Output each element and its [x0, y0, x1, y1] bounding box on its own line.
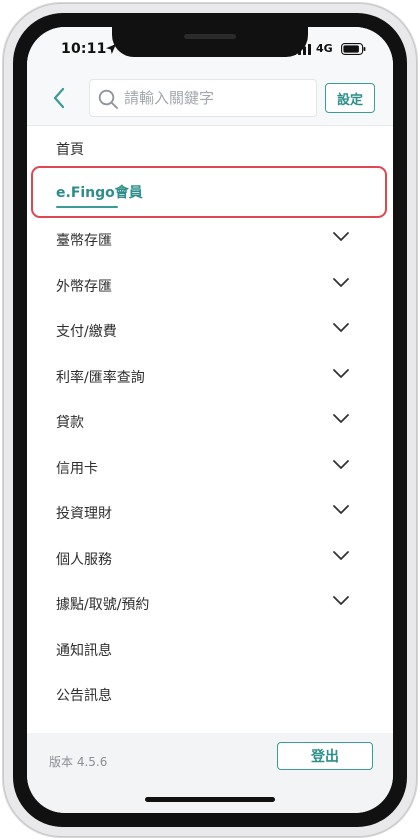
- search-input[interactable]: [124, 80, 312, 116]
- active-underline: [56, 206, 118, 208]
- logout-button[interactable]: 登出: [277, 742, 373, 770]
- chevron-down-icon: [333, 369, 349, 378]
- menu-item-investment[interactable]: 投資理財: [27, 490, 393, 535]
- menu-item-notifications[interactable]: 通知訊息: [27, 627, 393, 672]
- menu-item-twd-deposit[interactable]: 臺幣存匯: [27, 217, 393, 262]
- status-time: 10:11: [61, 41, 107, 57]
- menu-item-label: 支付/繳費: [56, 324, 117, 340]
- chevron-down-icon: [333, 505, 349, 514]
- menu-item-rates[interactable]: 利率/匯率查詢: [27, 354, 393, 399]
- chevron-down-icon: [333, 551, 349, 560]
- chevron-down-icon: [333, 460, 349, 469]
- menu-item-label: 公告訊息: [56, 688, 112, 704]
- settings-button[interactable]: 設定: [325, 83, 375, 113]
- chevron-left-icon: [53, 87, 65, 109]
- menu-item-personal-service[interactable]: 個人服務: [27, 536, 393, 581]
- search-icon: [98, 89, 118, 109]
- menu-item-label: 貸款: [56, 415, 84, 431]
- side-menu: 首頁 e.Fingo會員 臺幣存匯 外幣存匯 支付/繳費 利率/匯率查詢 貸款 …: [27, 125, 393, 733]
- menu-item-credit-card[interactable]: 信用卡: [27, 445, 393, 490]
- menu-item-label: 臺幣存匯: [56, 233, 112, 249]
- menu-item-label: 首頁: [56, 142, 84, 158]
- menu-item-loans[interactable]: 貸款: [27, 399, 393, 444]
- menu-item-label: 通知訊息: [56, 643, 112, 659]
- chevron-down-icon: [333, 596, 349, 605]
- home-indicator[interactable]: [145, 797, 275, 802]
- menu-item-label: 信用卡: [56, 461, 98, 477]
- battery-icon: [341, 43, 366, 55]
- notch-speaker: [184, 34, 236, 39]
- device-notch: [112, 27, 308, 57]
- menu-item-label-active: e.Fingo會員: [56, 185, 143, 201]
- menu-item-label: 利率/匯率查詢: [56, 370, 145, 386]
- chevron-down-icon: [333, 414, 349, 423]
- menu-item-announcements[interactable]: 公告訊息: [27, 672, 393, 717]
- menu-footer: 版本 4.5.6 登出: [27, 733, 393, 813]
- chevron-down-icon: [333, 232, 349, 241]
- menu-item-fx-deposit[interactable]: 外幣存匯: [27, 263, 393, 308]
- menu-item-branches[interactable]: 據點/取號/預約: [27, 581, 393, 626]
- menu-item-label: 投資理財: [56, 506, 112, 522]
- menu-item-home[interactable]: 首頁: [27, 126, 393, 171]
- app-screen: 10:11 4G 請輸入關鍵字 設定 首頁 e.Fingo會員 臺幣存匯 外幣存…: [27, 27, 393, 813]
- menu-item-label: 個人服務: [56, 552, 112, 568]
- menu-item-label: 據點/取號/預約: [56, 597, 150, 613]
- version-text: 版本 4.5.6: [49, 755, 108, 769]
- menu-item-payment[interactable]: 支付/繳費: [27, 308, 393, 353]
- menu-item-label: 外幣存匯: [56, 279, 112, 295]
- network-label: 4G: [316, 42, 333, 55]
- chevron-down-icon: [333, 323, 349, 332]
- search-box[interactable]: [89, 79, 317, 117]
- back-button[interactable]: [47, 83, 71, 113]
- chevron-down-icon: [333, 278, 349, 287]
- app-header: 設定: [27, 71, 393, 125]
